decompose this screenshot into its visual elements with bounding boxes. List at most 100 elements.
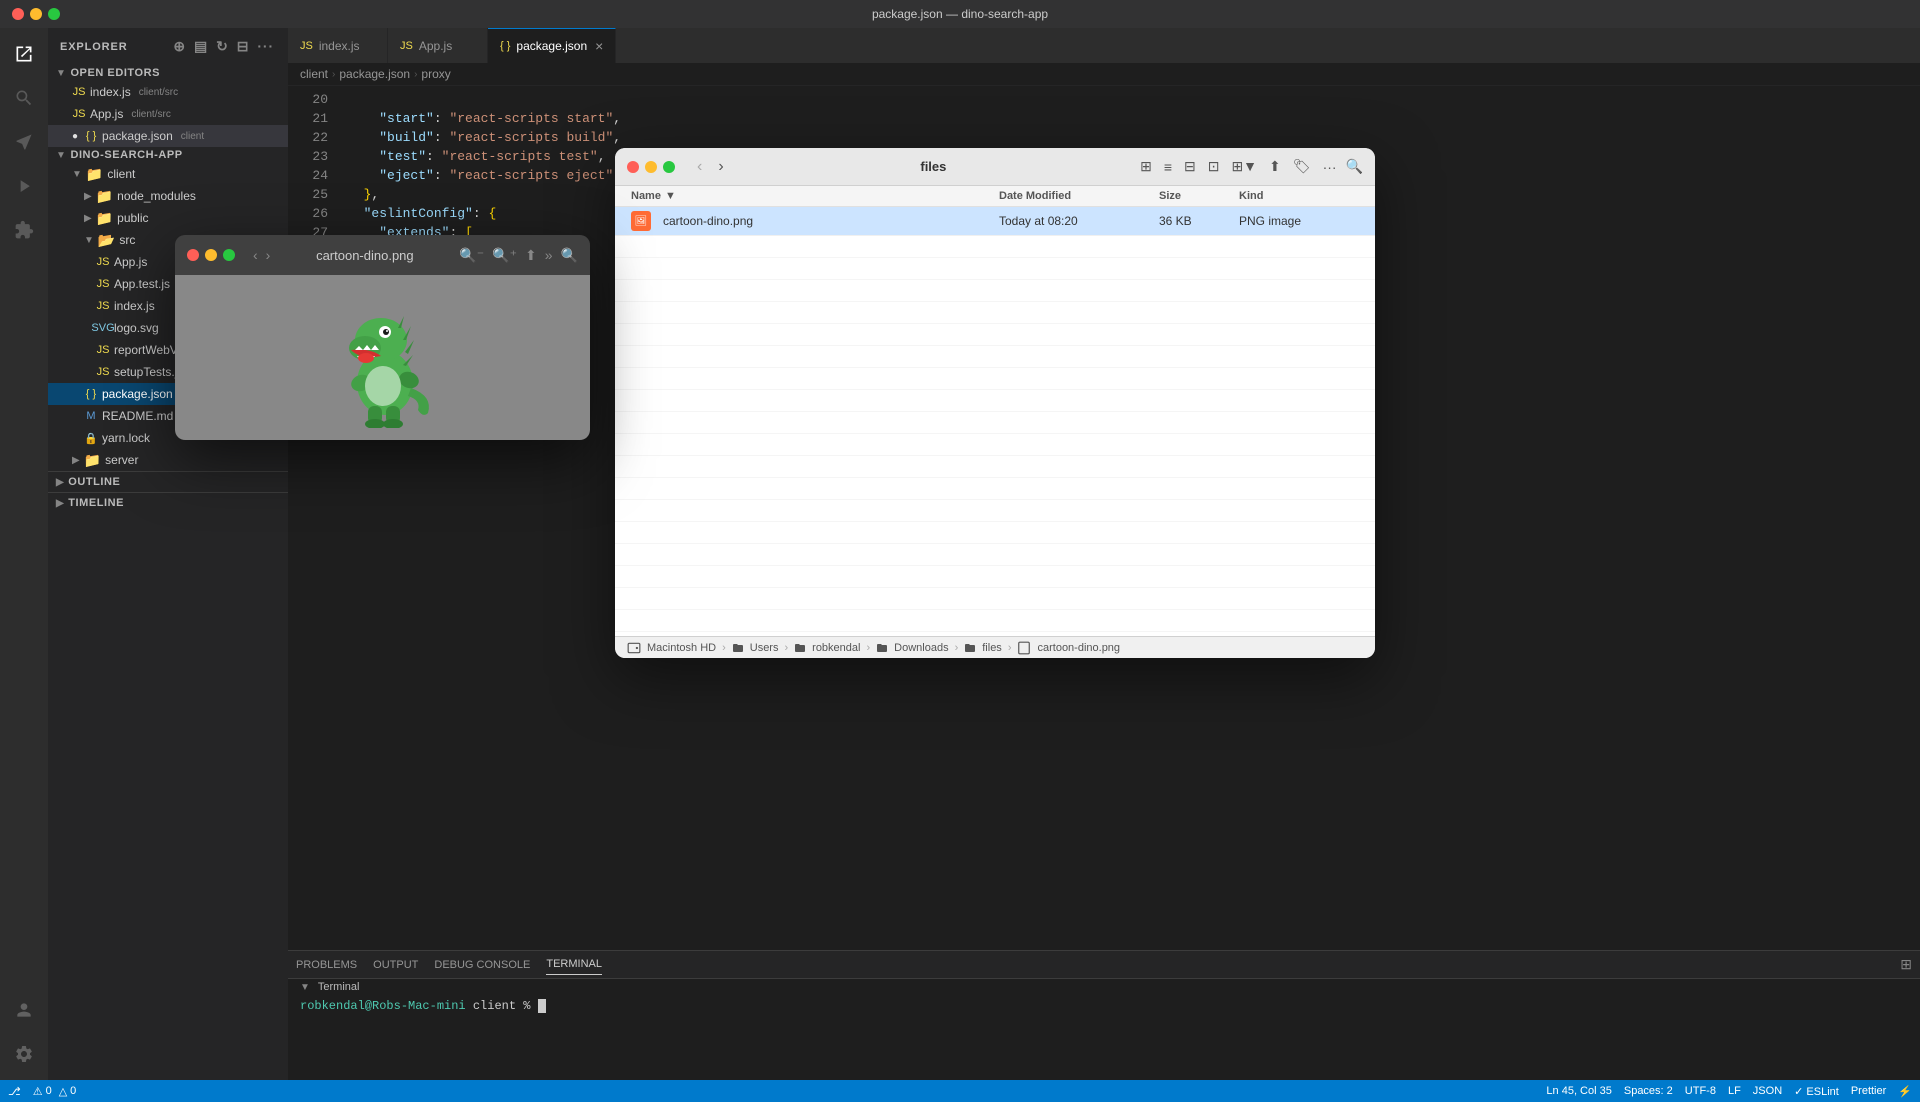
statusbar-spaces[interactable]: Spaces: 2	[1624, 1085, 1673, 1098]
search-activity-icon[interactable]	[6, 80, 42, 116]
preview-search-icon[interactable]: 🔍	[561, 247, 578, 264]
finder-column-view-btn[interactable]: ⊟	[1181, 155, 1199, 178]
open-editors-chevron: ▼	[56, 68, 66, 79]
tree-item-public[interactable]: ▶ 📁 public	[48, 207, 288, 229]
collapse-icon[interactable]: ⊟	[235, 36, 252, 57]
breadcrumb-client[interactable]: client	[300, 67, 328, 81]
js-icon-setup: JS	[96, 365, 110, 379]
breadcrumb-proxy[interactable]: proxy	[421, 67, 450, 81]
new-file-icon[interactable]: ⊕	[171, 36, 188, 57]
finder-file-row[interactable]: 🖼 cartoon-dino.png Today at 08:20 36 KB …	[615, 207, 1375, 236]
tab-close-package[interactable]: ×	[595, 38, 603, 54]
finder-list-view-btn[interactable]: ≡	[1161, 156, 1175, 178]
statusbar-errors[interactable]: ⚠ 0 △ 0	[33, 1085, 77, 1098]
finder-col-kind-header[interactable]: Kind	[1239, 190, 1359, 202]
finder-col-size-header[interactable]: Size	[1159, 190, 1239, 202]
finder-close-button[interactable]	[627, 161, 639, 173]
tab-debug-console[interactable]: DEBUG CONSOLE	[434, 955, 530, 975]
extensions-activity-icon[interactable]	[6, 212, 42, 248]
sidebar: Explorer ⊕ ▤ ↻ ⊟ ··· ▼ Open Editors JS i…	[48, 28, 288, 1080]
tree-item-client[interactable]: ▼ 📁 client	[48, 163, 288, 185]
terminal-content[interactable]: robkendal@Robs-Mac-mini client %	[288, 995, 1920, 1080]
finder-icon-view-btn[interactable]: ⊞	[1137, 155, 1155, 178]
tree-item-node-modules[interactable]: ▶ 📁 node_modules	[48, 185, 288, 207]
tab-packagejson[interactable]: { } package.json ×	[488, 28, 616, 63]
finder-toolbar-right: ⊞ ≡ ⊟ ⊡ ⊞▼ ⬆ 🏷 ··· 🔍	[1137, 155, 1363, 178]
tree-filename-node: node_modules	[117, 189, 196, 203]
minimize-button[interactable]	[30, 8, 42, 20]
explorer-activity-icon[interactable]	[6, 36, 42, 72]
new-folder-icon[interactable]: ▤	[192, 36, 210, 57]
empty-row-17	[615, 588, 1375, 610]
tab-terminal[interactable]: TERMINAL	[546, 954, 602, 975]
open-editor-item-app[interactable]: JS App.js client/src	[48, 103, 288, 125]
more-icon[interactable]: ···	[255, 36, 276, 57]
finder-back-button[interactable]: ‹	[691, 156, 708, 178]
open-editor-item-index[interactable]: JS index.js client/src	[48, 81, 288, 103]
zoom-in-icon[interactable]: 🔍⁺	[492, 247, 517, 264]
outline-header[interactable]: ▶ Outline	[48, 472, 288, 492]
statusbar-prettier[interactable]: Prettier	[1851, 1085, 1886, 1098]
tree-filename-indexjs: index.js	[114, 299, 155, 313]
settings-activity-icon[interactable]	[6, 1036, 42, 1072]
open-editor-filename-app: App.js	[90, 107, 123, 121]
public-chevron: ▶	[84, 213, 92, 224]
js-icon-appjs: JS	[96, 255, 110, 269]
finder-share-btn[interactable]: ⬆	[1266, 155, 1284, 178]
tab-indexjs[interactable]: JS index.js	[288, 28, 388, 63]
statusbar-eol[interactable]: LF	[1728, 1085, 1741, 1098]
statusbar-language[interactable]: JSON	[1753, 1085, 1782, 1098]
tree-item-server[interactable]: ▶ 📁 server	[48, 449, 288, 471]
breadcrumb-package[interactable]: package.json	[339, 67, 410, 81]
tree-filename-readme: README.md	[102, 409, 173, 423]
preview-body	[175, 275, 590, 440]
open-editor-item-package[interactable]: ● { } package.json client	[48, 125, 288, 147]
finder-gallery-view-btn[interactable]: ⊡	[1205, 155, 1223, 178]
finder-forward-button[interactable]: ›	[712, 156, 729, 178]
finder-arrange-btn[interactable]: ⊞▼	[1228, 155, 1260, 178]
maximize-button[interactable]	[48, 8, 60, 20]
statusbar-git[interactable]: ⎇	[8, 1085, 21, 1098]
debug-activity-icon[interactable]	[6, 168, 42, 204]
preview-back-icon[interactable]: ‹	[253, 247, 258, 263]
line-numbers: 20 21 22 23 24 25 26 27 28 29 30 31 32 4…	[288, 86, 336, 950]
finder-minimize-button[interactable]	[645, 161, 657, 173]
git-activity-icon[interactable]	[6, 124, 42, 160]
terminal-more-icon[interactable]: ⊞	[1900, 956, 1912, 973]
preview-close-btn[interactable]	[187, 249, 199, 261]
chevrons-icon[interactable]: »	[545, 247, 553, 263]
tree-filename-server: server	[105, 453, 138, 467]
file-type-icon: 🖼	[631, 211, 651, 231]
statusbar-lightning[interactable]: ⚡	[1898, 1085, 1912, 1098]
dino-app-header[interactable]: ▼ Dino-Search-App	[48, 147, 288, 163]
share-icon[interactable]: ⬆	[525, 247, 537, 264]
finder-maximize-button[interactable]	[663, 161, 675, 173]
tab-appjs[interactable]: JS App.js	[388, 28, 488, 63]
finder-search-button[interactable]: 🔍	[1346, 158, 1363, 175]
empty-row-18	[615, 610, 1375, 632]
statusbar-encoding[interactable]: UTF-8	[1685, 1085, 1716, 1098]
preview-forward-icon[interactable]: ›	[266, 247, 271, 263]
statusbar-ln-col[interactable]: Ln 45, Col 35	[1546, 1085, 1611, 1098]
tab-problems[interactable]: PROBLEMS	[296, 955, 357, 975]
zoom-out-icon[interactable]: 🔍⁻	[459, 247, 484, 264]
account-activity-icon[interactable]	[6, 992, 42, 1028]
preview-max-btn[interactable]	[223, 249, 235, 261]
finder-tag-btn[interactable]: 🏷	[1290, 155, 1314, 178]
lightning-icon: ⚡	[1898, 1085, 1912, 1098]
tab-output[interactable]: OUTPUT	[373, 955, 418, 975]
finder-more-btn[interactable]: ···	[1320, 156, 1340, 178]
preview-min-btn[interactable]	[205, 249, 217, 261]
refresh-icon[interactable]: ↻	[214, 36, 231, 57]
finder-col-name-header[interactable]: Name ▼	[631, 190, 999, 202]
open-editor-path-package: client	[181, 131, 204, 142]
statusbar-eslint[interactable]: ✓ ESLint	[1794, 1085, 1839, 1098]
finder-col-date-header[interactable]: Date Modified	[999, 190, 1159, 202]
spaces-text: Spaces: 2	[1624, 1085, 1673, 1097]
preview-titlebar: ‹ › cartoon-dino.png 🔍⁻ 🔍⁺ ⬆ » 🔍	[175, 235, 590, 275]
folder-icon-public: 📁	[96, 210, 113, 227]
timeline-header[interactable]: ▶ Timeline	[48, 493, 288, 513]
close-button[interactable]	[12, 8, 24, 20]
open-editors-header[interactable]: ▼ Open Editors	[48, 65, 288, 81]
empty-row-8	[615, 390, 1375, 412]
